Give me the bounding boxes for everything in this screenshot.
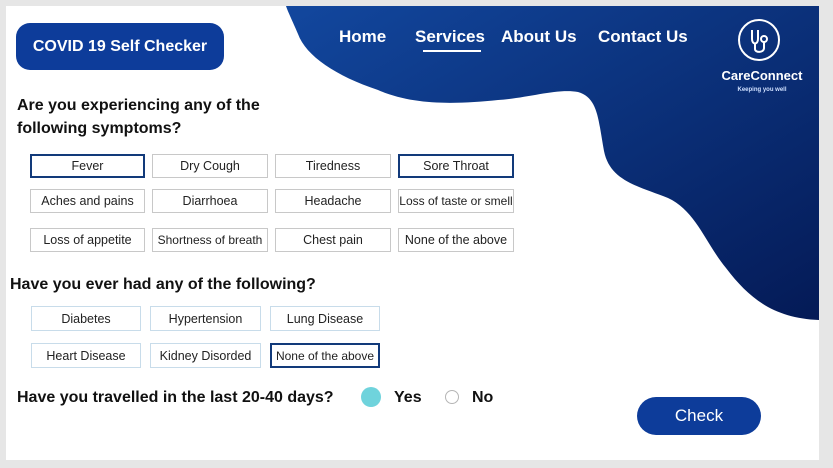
symptom-diarrhoea[interactable]: Diarrhoea	[152, 189, 268, 213]
condition-lung-disease[interactable]: Lung Disease	[270, 306, 380, 331]
travel-no-radio[interactable]	[445, 390, 459, 404]
nav-contact-us[interactable]: Contact Us	[598, 27, 688, 47]
brand-tagline: Keeping you well	[737, 87, 787, 93]
nav-about-us[interactable]: About Us	[501, 27, 577, 47]
self-checker-card: COVID 19 Self Checker Home Services Abou…	[6, 6, 819, 460]
nav-services[interactable]: Services	[415, 27, 485, 47]
symptom-dry-cough[interactable]: Dry Cough	[152, 154, 268, 178]
travel-yes-label: Yes	[394, 389, 422, 406]
symptoms-question: Are you experiencing any of the followin…	[17, 97, 260, 137]
travel-yes-radio[interactable]	[361, 387, 381, 407]
stethoscope-icon	[738, 19, 780, 61]
symptom-none-of-the-above[interactable]: None of the above	[398, 228, 514, 252]
condition-diabetes[interactable]: Diabetes	[31, 306, 141, 331]
app-title: COVID 19 Self Checker	[16, 23, 224, 70]
condition-none-of-the-above[interactable]: None of the above	[270, 343, 380, 368]
symptom-shortness-of-breath[interactable]: Shortness of breath	[152, 228, 268, 252]
travel-question: Have you travelled in the last 20-40 day…	[17, 389, 334, 406]
condition-hypertension[interactable]: Hypertension	[150, 306, 261, 331]
symptom-chest-pain[interactable]: Chest pain	[275, 228, 391, 252]
symptom-headache[interactable]: Headache	[275, 189, 391, 213]
symptom-fever[interactable]: Fever	[30, 154, 145, 178]
symptom-tiredness[interactable]: Tiredness	[275, 154, 391, 178]
condition-kidney-disorded[interactable]: Kidney Disorded	[150, 343, 261, 368]
symptom-loss-of-appetite[interactable]: Loss of appetite	[30, 228, 145, 252]
travel-no-label: No	[472, 389, 494, 406]
conditions-question: Have you ever had any of the following?	[10, 276, 316, 293]
nav-home[interactable]: Home	[339, 27, 386, 47]
symptom-aches-and-pains[interactable]: Aches and pains	[30, 189, 145, 213]
nav-active-underline	[423, 50, 481, 52]
check-button[interactable]: Check	[637, 397, 761, 435]
symptom-loss-of-taste-or-smell[interactable]: Loss of taste or smell	[398, 189, 514, 213]
brand-name: CareConnect	[721, 68, 803, 83]
condition-heart-disease[interactable]: Heart Disease	[31, 343, 141, 368]
symptom-sore-throat[interactable]: Sore Throat	[398, 154, 514, 178]
